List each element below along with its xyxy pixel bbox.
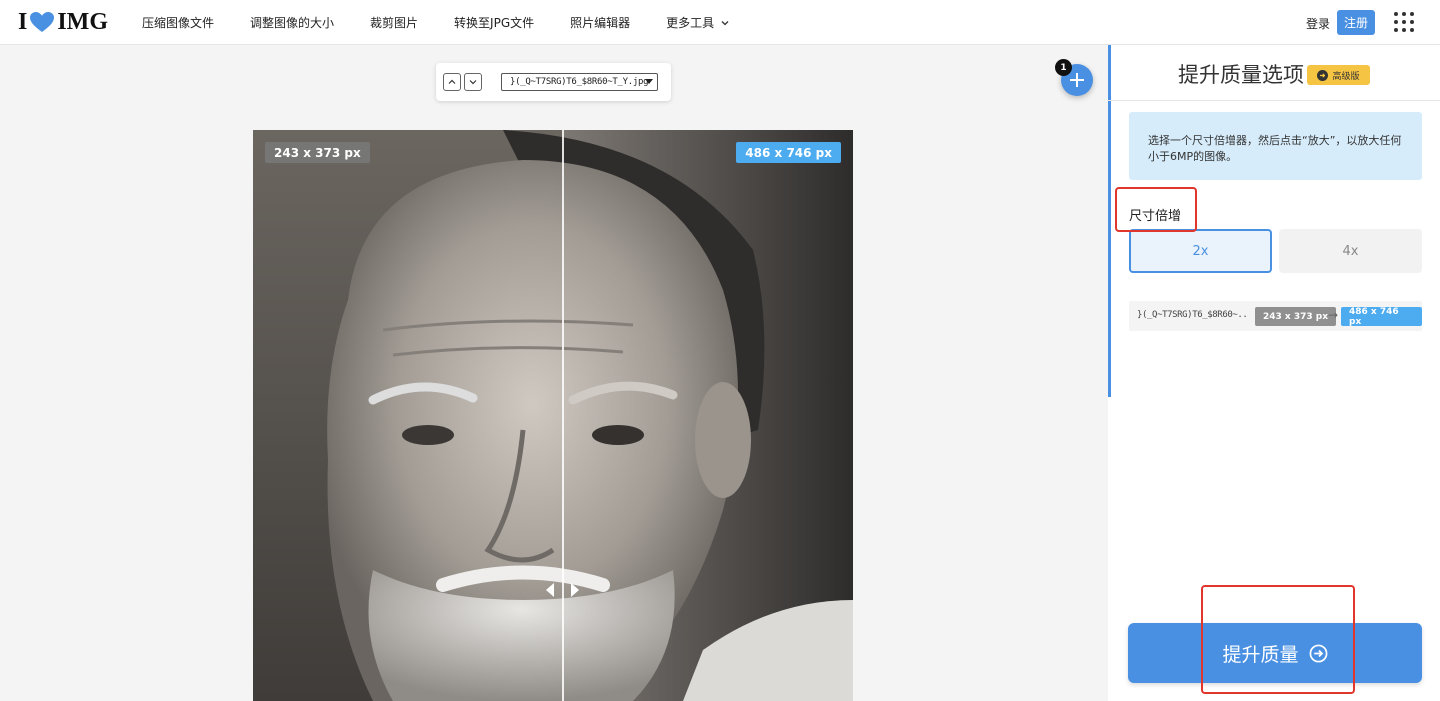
prev-file-button[interactable] [443,73,461,91]
arrow-right-icon[interactable] [571,583,579,597]
file-select-value: }(_Q~T7SRG)T6_$8R60~T_Y.jpg [510,77,649,87]
scale-4x-option[interactable]: 4x [1279,229,1422,273]
premium-icon [1317,69,1329,81]
file-row-target-size: 486 x 746 px [1341,307,1422,327]
premium-badge: 高级版 [1307,65,1370,85]
main-nav: 压缩图像文件 调整图像的大小 裁剪图片 转换至JPG文件 照片编辑器 更多工具 [142,0,766,45]
chevron-down-icon [469,80,477,85]
arrow-circle-right-icon [1309,644,1327,662]
compare-divider[interactable] [562,130,564,701]
portrait-photo [253,130,853,701]
upscale-button[interactable]: 提升质量 [1128,623,1422,683]
file-select[interactable]: }(_Q~T7SRG)T6_$8R60~T_Y.jpg [501,73,658,91]
nav-resize[interactable]: 调整图像的大小 [250,14,334,31]
nav-convert-jpg[interactable]: 转换至JPG文件 [454,14,534,31]
next-file-button[interactable] [464,73,482,91]
upscale-button-label: 提升质量 [1222,643,1299,666]
login-link[interactable]: 登录 [1306,15,1330,32]
file-row-name: }(_Q~T7SRG)T6_$8R60~... [1137,310,1249,320]
top-header: I IMG 压缩图像文件 调整图像的大小 裁剪图片 转换至JPG文件 照片编辑器… [0,0,1440,45]
file-count-badge: 1 [1055,59,1072,76]
panel-header: 提升质量选项 高级版 [1108,45,1440,101]
chevron-up-icon [448,79,456,84]
scale-label: 尺寸倍增 [1129,209,1182,224]
file-toolbar: }(_Q~T7SRG)T6_$8R60~T_Y.jpg [436,63,671,101]
caret-down-icon [645,79,653,84]
heart-icon [30,12,55,32]
apps-grid-icon[interactable] [1394,12,1414,32]
file-size-row: }(_Q~T7SRG)T6_$8R60~... 243 x 373 px → 4… [1129,301,1422,331]
arrow-right-icon: → [1328,308,1339,322]
scale-2x-option[interactable]: 2x [1129,229,1272,273]
logo-letter-i: I [18,8,28,35]
upscaled-size-label: 486 x 746 px [736,142,841,163]
ilovEIMG-logo[interactable]: I IMG [18,9,108,35]
original-size-label: 243 x 373 px [265,142,370,163]
nav-more-tools-label: 更多工具 [666,16,715,30]
register-button[interactable]: 注册 [1337,10,1375,35]
options-panel: 提升质量选项 高级版 选择一个尺寸倍增器，然后点击“放大”，以放大任何小于6MP… [1108,45,1440,701]
info-box: 选择一个尺寸倍增器，然后点击“放大”，以放大任何小于6MP的图像。 [1129,112,1422,180]
nav-photo-editor[interactable]: 照片编辑器 [570,14,630,31]
premium-label: 高级版 [1332,71,1360,82]
nav-crop[interactable]: 裁剪图片 [370,14,418,31]
nav-compress[interactable]: 压缩图像文件 [142,14,214,31]
nav-more-tools[interactable]: 更多工具 [666,14,730,31]
logo-word-img: IMG [57,8,109,35]
file-row-source-size: 243 x 373 px [1255,307,1337,326]
plus-icon [1070,73,1084,87]
arrow-left-icon[interactable] [546,583,554,597]
before-after-compare[interactable]: 243 x 373 px 486 x 746 px [253,130,853,701]
chevron-down-icon [721,20,729,25]
panel-title: 提升质量选项 [1178,63,1304,87]
workspace: }(_Q~T7SRG)T6_$8R60~T_Y.jpg 1 243 x 373 … [0,45,1108,701]
